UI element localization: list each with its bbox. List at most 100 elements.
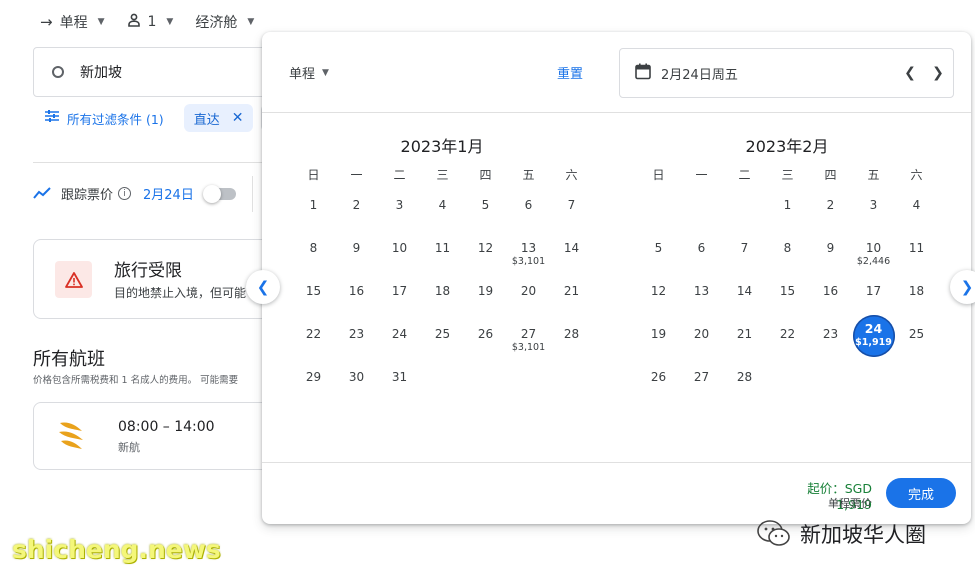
day-cell[interactable]: 14 xyxy=(723,279,766,322)
day-cell[interactable]: 3 xyxy=(378,193,421,236)
day-cell-selected[interactable]: 24 $1,919 xyxy=(852,315,895,365)
day-cell[interactable]: 13 $3,101 xyxy=(507,236,550,279)
flight-card[interactable]: 08:00 – 14:00 新航 xyxy=(33,402,273,470)
day-cell[interactable]: 1 xyxy=(766,193,809,236)
day-cell[interactable]: 15 xyxy=(292,279,335,322)
popup-trip-type-select[interactable]: 单程 ▼ xyxy=(289,63,329,82)
caret-down-icon: ▼ xyxy=(322,67,329,78)
weekday-label: 日 xyxy=(307,168,320,182)
day-number: 18 xyxy=(908,284,925,298)
close-icon[interactable]: ✕ xyxy=(232,110,244,126)
day-cell[interactable]: 27 xyxy=(680,365,723,408)
day-cell[interactable]: 17 xyxy=(378,279,421,322)
cabin-select[interactable]: 经济舱 ▼ xyxy=(195,12,254,32)
previous-month-button[interactable]: ❮ xyxy=(246,270,280,304)
day-cell[interactable]: 15 xyxy=(766,279,809,322)
divider xyxy=(252,176,253,212)
chevron-left-icon[interactable]: ❮ xyxy=(899,62,921,84)
info-icon[interactable]: i xyxy=(118,187,132,200)
reset-button[interactable]: 重置 xyxy=(557,63,583,82)
day-cell[interactable]: 3 xyxy=(852,193,895,236)
day-cell[interactable]: 12 xyxy=(464,236,507,279)
day-number: 2 xyxy=(826,198,835,212)
day-cell[interactable]: 26 xyxy=(464,322,507,365)
day-cell[interactable]: 16 xyxy=(809,279,852,322)
travel-restriction-card[interactable]: 旅行受限 目的地禁止入境，但可能 xyxy=(33,239,273,319)
day-cell[interactable]: 1 xyxy=(292,193,335,236)
day-cell[interactable]: 6 xyxy=(680,236,723,279)
day-cell[interactable]: 7 xyxy=(723,236,766,279)
month-title: 2023年2月 xyxy=(745,137,829,156)
day-cell[interactable]: 2 xyxy=(809,193,852,236)
day-number: 3 xyxy=(869,198,878,212)
day-cell[interactable]: 21 xyxy=(550,279,593,322)
day-cell[interactable]: 22 xyxy=(292,322,335,365)
day-cell[interactable]: 11 xyxy=(895,236,938,279)
day-cell[interactable]: 19 xyxy=(637,322,680,365)
trip-type-select[interactable]: → 单程 ▼ xyxy=(40,12,105,32)
date-picker-dialog: 单程 ▼ 重置 2月24日周五 ❮ ❯ 2023年1月 日一二三四五六 1234… xyxy=(262,32,971,524)
trip-type-label: 单程 xyxy=(59,15,88,31)
all-filters-button[interactable]: 所有过滤条件 (1) xyxy=(33,109,164,128)
day-cell[interactable]: 30 xyxy=(335,365,378,408)
day-cell[interactable]: 22 xyxy=(766,322,809,365)
day-number: 26 xyxy=(477,327,494,341)
done-button[interactable]: 完成 xyxy=(886,478,956,508)
day-cell[interactable]: 13 xyxy=(680,279,723,322)
day-cell[interactable]: 10 $2,446 xyxy=(852,236,895,279)
day-cell[interactable]: 21 xyxy=(723,322,766,365)
day-cell[interactable]: 14 xyxy=(550,236,593,279)
chevron-right-icon[interactable]: ❯ xyxy=(927,62,949,84)
day-cell[interactable]: 12 xyxy=(637,279,680,322)
nonstop-filter-chip[interactable]: 直达 ✕ xyxy=(183,104,254,132)
chip-label: 直达 xyxy=(193,112,220,128)
day-cell[interactable]: 26 xyxy=(637,365,680,408)
weekday-label: 四 xyxy=(824,168,837,182)
day-cell[interactable]: 24 xyxy=(378,322,421,365)
day-cell[interactable]: 7 xyxy=(550,193,593,236)
day-cell[interactable]: 10 xyxy=(378,236,421,279)
origin-input[interactable]: 新加坡 xyxy=(33,47,293,97)
day-cell[interactable]: 29 xyxy=(292,365,335,408)
track-toggle[interactable] xyxy=(202,184,236,203)
all-flights-heading: 所有航班 xyxy=(33,349,105,370)
day-number: 14 xyxy=(736,284,753,298)
day-cell[interactable]: 2 xyxy=(335,193,378,236)
day-cell[interactable]: 9 xyxy=(335,236,378,279)
day-number: 13 xyxy=(520,241,537,255)
day-cell[interactable]: 9 xyxy=(809,236,852,279)
departure-date-field[interactable]: 2月24日周五 ❮ ❯ xyxy=(619,48,954,98)
day-number: 5 xyxy=(481,198,490,212)
day-cell[interactable]: 6 xyxy=(507,193,550,236)
day-cell[interactable]: 11 xyxy=(421,236,464,279)
day-cell[interactable]: 28 xyxy=(723,365,766,408)
day-number: 16 xyxy=(822,284,839,298)
day-cell[interactable]: 20 xyxy=(680,322,723,365)
day-cell[interactable]: 25 xyxy=(895,322,938,365)
day-cell[interactable]: 19 xyxy=(464,279,507,322)
day-cell[interactable]: 28 xyxy=(550,322,593,365)
day-cell[interactable]: 16 xyxy=(335,279,378,322)
day-cell[interactable]: 8 xyxy=(766,236,809,279)
passengers-select[interactable]: 1 ▼ xyxy=(127,13,173,31)
day-cell[interactable]: 23 xyxy=(809,322,852,365)
day-cell[interactable]: 20 xyxy=(507,279,550,322)
month-title: 2023年1月 xyxy=(400,137,484,156)
day-cell[interactable]: 8 xyxy=(292,236,335,279)
day-cell[interactable]: 5 xyxy=(637,236,680,279)
all-filters-label: 所有过滤条件 (1) xyxy=(67,111,164,127)
day-cell[interactable]: 27 $3,101 xyxy=(507,322,550,365)
day-cell[interactable]: 18 xyxy=(421,279,464,322)
from-price-sub: 单程票价 xyxy=(828,497,872,510)
weekday-label: 六 xyxy=(565,168,578,182)
day-cell[interactable]: 23 xyxy=(335,322,378,365)
day-cell[interactable]: 18 xyxy=(895,279,938,322)
day-cell[interactable]: 5 xyxy=(464,193,507,236)
day-cell[interactable]: 4 xyxy=(421,193,464,236)
day-number: 22 xyxy=(305,327,322,341)
day-cell[interactable]: 4 xyxy=(895,193,938,236)
month-january: 2023年1月 日一二三四五六 1 2 3 4 5 6 7 8 9 10 11 12 13 $3,101 1… xyxy=(282,133,602,408)
trend-icon xyxy=(33,185,51,203)
day-cell[interactable]: 31 xyxy=(378,365,421,408)
day-cell[interactable]: 25 xyxy=(421,322,464,365)
